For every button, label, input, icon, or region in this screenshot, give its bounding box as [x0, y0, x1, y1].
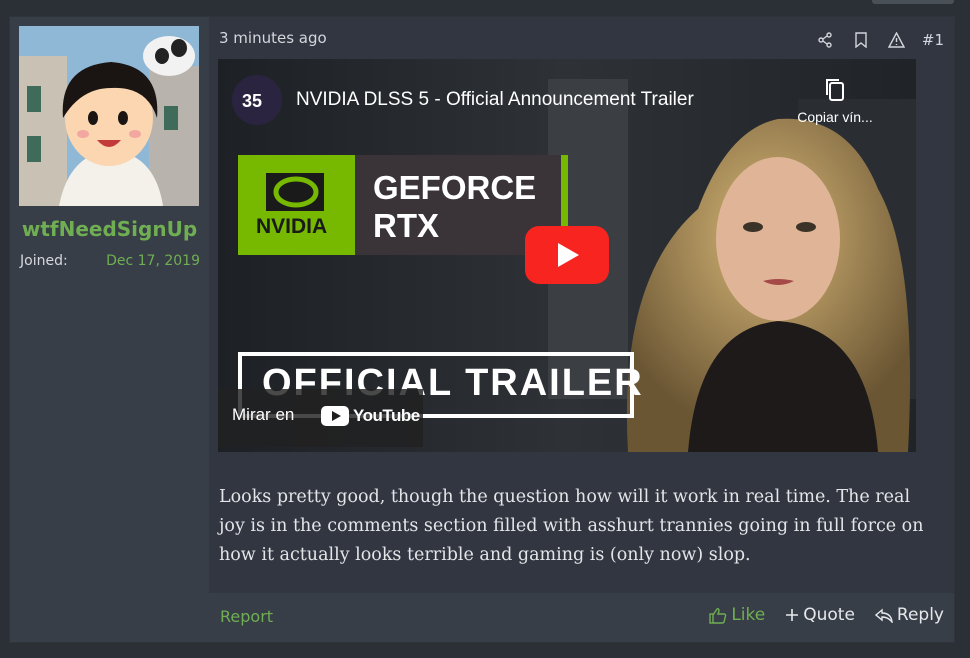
nvidia-logo: NVIDIA [238, 155, 355, 255]
post-body: Looks pretty good, though the question h… [219, 487, 924, 565]
share-icon[interactable] [814, 29, 836, 51]
watch-on-label: Mirar en [232, 405, 295, 424]
like-button[interactable]: Like [709, 605, 765, 625]
youtube-logo: YouTube [321, 406, 420, 426]
joined-row: Joined: Dec 17, 2019 [20, 253, 200, 269]
nvidia-wordmark: NVIDIA [256, 215, 328, 238]
message-header: 3 minutes ago #1 [219, 29, 944, 53]
report-link[interactable]: Report [220, 607, 273, 626]
top-tab[interactable] [872, 0, 954, 4]
reply-label: Reply [896, 605, 944, 625]
watch-on-youtube[interactable]: Mirar en YouTube [218, 389, 423, 447]
user-cell: wtfNeedSignUp Joined: Dec 17, 2019 [10, 17, 209, 642]
like-label: Like [731, 605, 766, 625]
copy-link-label: Copiar vín... [797, 109, 873, 125]
footer-actions: Like Quote Reply [709, 605, 944, 625]
video-embed[interactable]: 35 NVIDIA DLSS 5 - Official Announcement… [218, 59, 916, 452]
play-button[interactable] [525, 226, 609, 284]
reply-icon [874, 608, 893, 623]
youtube-wordmark: YouTube [353, 406, 420, 425]
channel-logo[interactable]: 35 [232, 75, 282, 125]
plus-icon [786, 609, 799, 621]
copy-icon [826, 79, 844, 101]
avatar[interactable] [19, 26, 199, 206]
quote-button[interactable]: Quote [785, 605, 855, 625]
reply-button[interactable]: Reply [874, 605, 944, 625]
forum-post: wtfNeedSignUp Joined: Dec 17, 2019 3 min… [9, 16, 955, 643]
video-title[interactable]: NVIDIA DLSS 5 - Official Announcement Tr… [296, 89, 694, 111]
message-cell: 3 minutes ago #1 35 NVIDIA DLSS 5 - Offi… [209, 17, 954, 642]
warning-icon[interactable] [886, 29, 908, 51]
joined-label: Joined: [20, 253, 68, 269]
svg-text:35: 35 [242, 91, 262, 111]
joined-date: Dec 17, 2019 [106, 253, 200, 269]
youtube-icon [321, 406, 349, 426]
header-actions: #1 [814, 29, 944, 51]
quote-label: Quote [803, 605, 855, 625]
post-number[interactable]: #1 [922, 31, 944, 49]
rtx-text: RTX [373, 207, 439, 244]
copy-link-button[interactable]: Copiar vín... [785, 77, 885, 125]
geforce-text: GEFORCE [373, 169, 537, 206]
post-footer: Report Like Quote Reply [209, 593, 954, 642]
post-timestamp[interactable]: 3 minutes ago [219, 29, 327, 47]
username[interactable]: wtfNeedSignUp [10, 217, 209, 241]
bookmark-icon[interactable] [850, 29, 872, 51]
geforce-badge: NVIDIA GEFORCE RTX [238, 155, 568, 255]
thumbs-up-icon [709, 607, 727, 624]
top-strip [0, 0, 970, 16]
